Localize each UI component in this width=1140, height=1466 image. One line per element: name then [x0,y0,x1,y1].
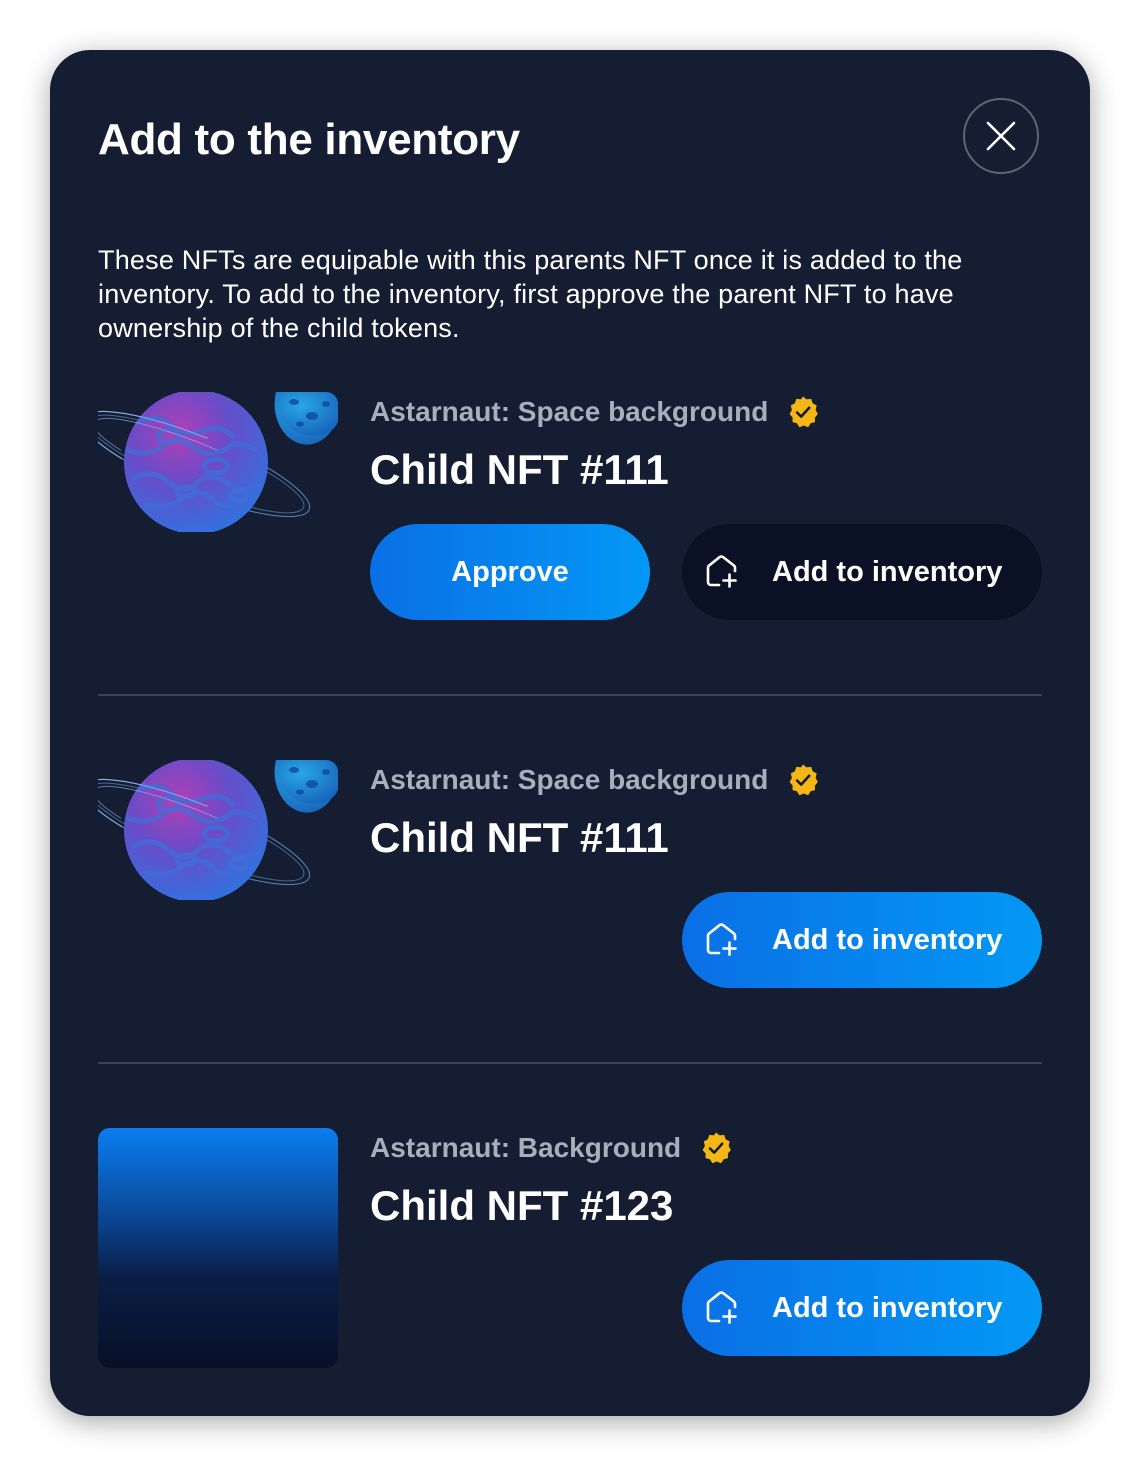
planet-image [98,392,338,632]
collection-name: Astarnaut: Background [370,1130,733,1166]
nft-thumbnail-gradient [98,1128,338,1368]
nft-thumbnail-planet [98,392,338,632]
inventory-add-icon [704,1290,740,1326]
nft-thumbnail-planet [98,760,338,1000]
divider [98,694,1042,696]
add-to-inventory-button[interactable]: Add to inventory [682,892,1042,988]
approve-button[interactable]: Approve [370,524,650,620]
collection-label: Astarnaut: Space background [370,396,769,427]
verified-badge-icon [786,395,820,429]
modal-title: Add to the inventory [98,115,520,164]
nft-name: Child NFT #111 [370,446,669,493]
nft-item: Astarnaut: Background Child NFT #123 Add… [98,1128,1042,1368]
verified-badge-icon [699,1131,733,1165]
collection-name: Astarnaut: Space background [370,762,820,798]
collection-label: Astarnaut: Space background [370,764,769,795]
inventory-add-icon [704,922,740,958]
add-to-inventory-modal: Add to the inventory These NFTs are equi… [50,50,1090,1416]
nft-item: Astarnaut: Space background Child NFT #1… [98,392,1042,632]
close-icon [986,121,1016,151]
nft-name: Child NFT #123 [370,1182,674,1229]
verified-badge-icon [786,763,820,797]
add-to-inventory-label: Add to inventory [772,1291,1003,1324]
add-to-inventory-label: Add to inventory [772,923,1003,956]
collection-label: Astarnaut: Background [370,1132,682,1163]
modal-description: These NFTs are equipable with this paren… [98,245,963,343]
close-button[interactable] [963,98,1039,174]
approve-button-label: Approve [451,555,569,588]
add-to-inventory-label: Add to inventory [772,555,1003,588]
divider [98,1062,1042,1064]
planet-image [98,760,338,1000]
nft-item: Astarnaut: Space background Child NFT #1… [98,760,1042,1000]
add-to-inventory-button[interactable]: Add to inventory [682,524,1042,620]
collection-name: Astarnaut: Space background [370,394,820,430]
add-to-inventory-button[interactable]: Add to inventory [682,1260,1042,1356]
inventory-add-icon [704,554,740,590]
nft-name: Child NFT #111 [370,814,669,861]
